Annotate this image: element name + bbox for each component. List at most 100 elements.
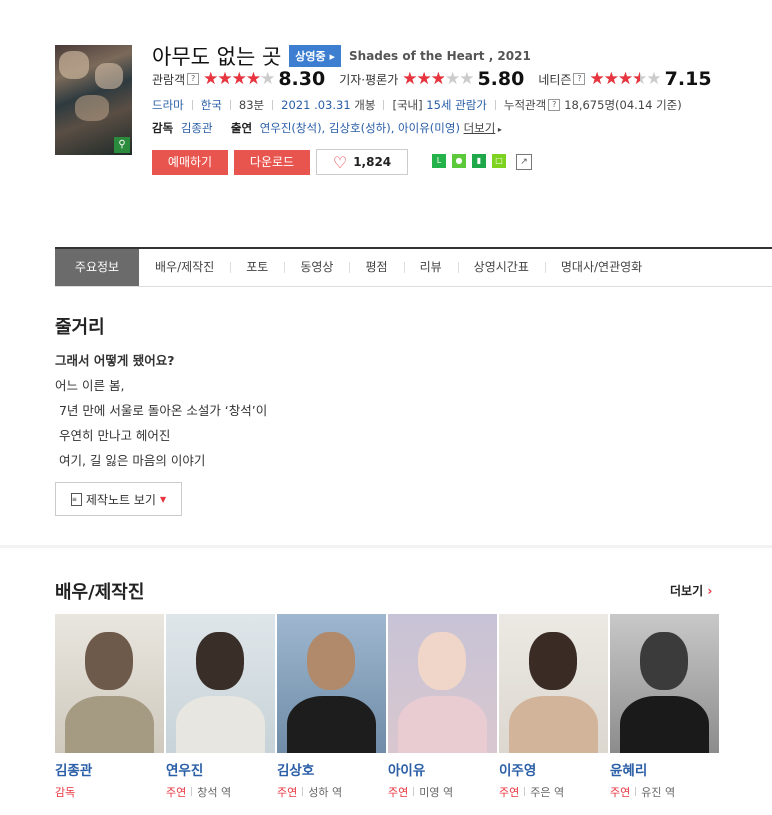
person-photo[interactable] [55,614,164,753]
person-name[interactable]: 이주영 [499,759,608,779]
person-photo[interactable] [277,614,386,753]
photo-body [176,696,265,753]
cast-card[interactable]: 윤혜리 주연 유진 역 [610,614,719,800]
rating-fill: ★★★★★ [203,69,262,89]
cast-more-link[interactable]: 더보기 [464,121,496,135]
photo-body [65,696,154,753]
critic-rating-label: 기자·평론가 [339,72,399,87]
netizen-score: 7.15 [664,68,712,90]
cast-card[interactable]: 김종관 감독 [55,614,164,800]
person-role: 주연 미영 역 [388,786,454,799]
audience-rating-label: 관람객 [152,72,186,87]
cast-more-button[interactable]: 더보기 › [670,582,712,599]
poster-figure [95,63,123,89]
cast-card[interactable]: 이주영 주연 주은 역 [499,614,608,800]
person-name[interactable]: 아이유 [388,759,497,779]
tab-video[interactable]: 동영상 [284,249,349,286]
age-rating-link[interactable]: 15세 관람가 [426,97,487,113]
person-role: 주연 유진 역 [610,786,676,799]
reserve-button[interactable]: 예매하기 [152,149,228,175]
person-photo[interactable] [499,614,608,753]
synopsis-line: 어느 이른 봄, [55,378,125,393]
line-share-icon[interactable]: L [432,154,446,168]
zoom-icon[interactable]: ⚲ [114,137,130,153]
rating-row: 관람객 ? ★★★★★★★★★★ 8.30 기자·평론가 ★★★★★★★★★★ … [152,68,726,90]
cast-card[interactable]: 아이유 주연 미영 역 [388,614,497,800]
person-name[interactable]: 김종관 [55,759,164,779]
tab-photo[interactable]: 포토 [230,249,284,286]
help-icon[interactable]: ? [548,99,561,111]
bookmark-share-icon[interactable]: ▮ [472,154,486,168]
status-badge[interactable]: 상영중 ▸ [289,45,342,67]
divider [272,100,274,110]
movie-poster[interactable]: ⚲ [55,45,132,155]
divider [229,100,231,110]
tab-bar: 주요정보 배우/제작진 포토 동영상 평점 리뷰 상영시간표 명대사/연관영화 [55,247,772,287]
cast-links[interactable]: 연우진(창석), 김상호(성하), 아이유(미영) [260,121,460,135]
director-link[interactable]: 김종관 [181,121,213,135]
tab-showtimes[interactable]: 상영시간표 [457,249,545,286]
synopsis-subtitle: 그래서 어떻게 됐어요? [55,353,175,368]
photo-head [85,632,133,690]
synopsis-text: 그래서 어떻게 됐어요? 어느 이른 봄, 7년 만에 서울로 돌아온 소설가 ‘… [55,348,267,473]
tab-review[interactable]: 리뷰 [403,249,458,286]
caret-down-icon: ▼ [159,494,167,504]
genre-link[interactable]: 드라마 [152,97,184,113]
cumulative-label: 누적관객 [503,98,547,112]
person-photo[interactable] [610,614,719,753]
person-role: 주연 주은 역 [499,786,565,799]
tab-cast-crew[interactable]: 배우/제작진 [139,249,230,286]
release-date-link[interactable]: 2021 .03.31 [281,98,351,112]
tab-main-info[interactable]: 주요정보 [55,249,139,286]
chevron-right-icon: › [707,584,713,598]
photo-head [307,632,355,690]
person-role: 감독 [55,786,76,799]
synopsis-line: 우연히 만나고 헤어진 [55,428,171,443]
photo-head [418,632,466,690]
person-name[interactable]: 윤혜리 [610,759,719,779]
divider [191,100,193,110]
movie-info: 드라마 한국 83분 2021 .03.31 개봉 [국내] 15세 관람가 누… [152,97,682,113]
netizen-stars: ★★★★★★★★★★ [589,69,661,89]
share-icons: L ● ▮ □ ↗ [432,154,532,170]
country-link[interactable]: 한국 [201,97,222,113]
divider [383,100,385,110]
cast-label: 출연 [230,121,253,135]
tab-quotes-related[interactable]: 명대사/연관영화 [544,249,658,286]
photo-head [196,632,244,690]
chevron-right-icon: ▸ [495,125,502,134]
audience-score: 8.30 [278,68,326,90]
synopsis-heading: 줄거리 [55,317,105,338]
share-icon[interactable]: ↗ [516,154,532,170]
help-icon[interactable]: ? [573,73,586,85]
like-button[interactable]: ♡ 1,824 [316,149,408,175]
download-button[interactable]: 다운로드 [234,149,310,175]
production-note-button[interactable]: ≡ 제작노트 보기 ▼ [55,482,182,516]
help-icon[interactable]: ? [187,73,200,85]
release-suffix: 개봉 [354,98,376,112]
cumulative-value: 18,675명(04.14 기준) [564,98,682,112]
photo-head [529,632,577,690]
audience-stars: ★★★★★★★★★★ [203,69,275,89]
person-photo[interactable] [166,614,275,753]
heart-icon: ♡ [332,152,348,172]
synopsis-line: 여기, 길 잃은 마음의 이야기 [55,453,206,468]
poster-figure [75,95,109,121]
tab-rating[interactable]: 평점 [349,249,403,286]
person-name[interactable]: 김상호 [277,759,386,779]
photo-body [509,696,598,753]
cast-card[interactable]: 연우진 주연 창석 역 [166,614,275,800]
section-divider [0,545,772,548]
like-count: 1,824 [353,155,392,169]
chat-share-icon[interactable]: ● [452,154,466,168]
cast-card[interactable]: 김상호 주연 성하 역 [277,614,386,800]
runtime: 83분 [238,98,265,112]
band-share-icon[interactable]: □ [492,154,506,168]
person-role: 주연 창석 역 [166,786,232,799]
photo-body [620,696,709,753]
movie-title: 아무도 없는 곳 [152,45,282,69]
director-label: 감독 [152,121,174,135]
person-photo[interactable] [388,614,497,753]
person-name[interactable]: 연우진 [166,759,275,779]
photo-body [398,696,487,753]
